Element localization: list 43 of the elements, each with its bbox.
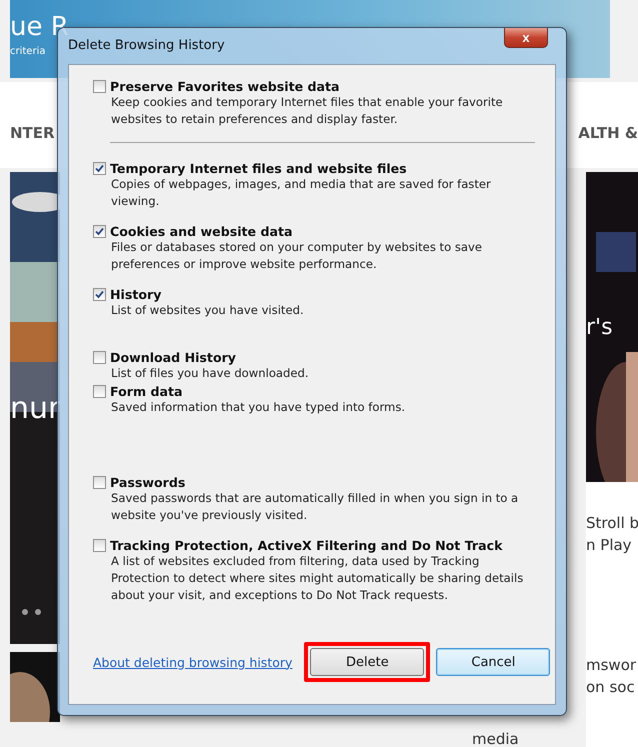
option-description: List of websites you have visited. — [111, 302, 305, 319]
headline-text[interactable]: mswor — [586, 654, 638, 676]
checkbox[interactable] — [93, 288, 106, 301]
window-title: Delete Browsing History — [68, 38, 225, 53]
option-description: Copies of webpages, images, and media that are saved for faster viewing. — [111, 176, 492, 210]
close-button[interactable]: x — [504, 28, 548, 48]
cancel-button[interactable]: Cancel — [436, 648, 550, 676]
option-label: Form data — [110, 384, 182, 399]
image-caption: nur — [10, 390, 60, 426]
headline-text[interactable]: media — [472, 728, 519, 747]
headline-text[interactable]: on soc — [586, 676, 638, 698]
banner-title: ue R — [10, 12, 69, 42]
checkbox[interactable] — [93, 225, 106, 238]
nav-link[interactable]: NTER — [10, 124, 55, 142]
option-label: Temporary Internet files and website files — [110, 161, 407, 176]
checkmark-icon — [95, 227, 104, 236]
option-label: Tracking Protection, ActiveX Filtering and Do Not Track — [110, 538, 502, 553]
option-label: Cookies and website data — [110, 224, 293, 239]
image-caption: r's — [586, 314, 613, 340]
option-description: List of files you have downloaded. — [111, 365, 310, 382]
checkmark-icon — [95, 164, 104, 173]
option-description: Files or databases stored on your computer by websites to save preferences or improve website performance. — [111, 239, 484, 273]
headline-text[interactable]: n Play — [586, 534, 638, 556]
headline-text[interactable]: Stroll b — [586, 512, 638, 534]
option-description: Saved information that you have typed into forms. — [111, 399, 406, 416]
option-label: Preserve Favorites website data — [110, 79, 340, 94]
checkbox[interactable] — [93, 162, 106, 175]
checkbox[interactable] — [93, 80, 106, 93]
help-link[interactable]: About deleting browsing history — [93, 654, 292, 670]
banner-subtitle: criteria — [10, 46, 46, 57]
option-description: Saved passwords that are automatically filled in when you sign in to a website you've previously visited. — [111, 490, 520, 524]
option-label: Download History — [110, 350, 236, 365]
option-label: History — [110, 287, 162, 302]
option-description: A list of websites excluded from filtering, data used by Tracking Protection to detect where sites might automatically be sharing details about your visit, and exceptions to Do Not Track requests. — [111, 553, 524, 604]
checkbox[interactable] — [93, 351, 106, 364]
nav-link[interactable]: ALTH & — [578, 124, 638, 142]
option-label: Passwords — [110, 475, 186, 490]
checkbox[interactable] — [93, 476, 106, 489]
checkbox[interactable] — [93, 539, 106, 552]
checkmark-icon — [95, 290, 104, 299]
delete-button[interactable]: Delete — [310, 648, 424, 676]
option-description: Keep cookies and temporary Internet files that enable your favorite websites to retain preferences and display faster. — [111, 94, 504, 128]
checkbox[interactable] — [93, 385, 106, 398]
